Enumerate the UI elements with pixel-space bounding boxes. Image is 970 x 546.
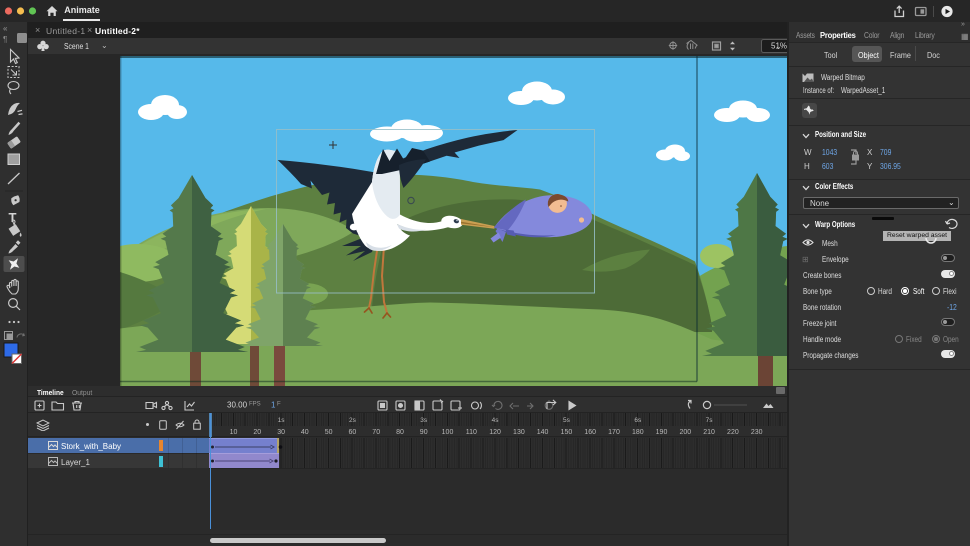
svg-text:1s: 1s xyxy=(278,417,286,424)
svg-text:FPS: FPS xyxy=(249,402,261,408)
svg-text:160: 160 xyxy=(584,429,596,436)
svg-text:190: 190 xyxy=(656,429,668,436)
svg-text:220: 220 xyxy=(727,429,739,436)
svg-text:30.00: 30.00 xyxy=(227,401,248,410)
svg-text:3s: 3s xyxy=(420,417,428,424)
svg-text:200: 200 xyxy=(679,429,691,436)
svg-text:230: 230 xyxy=(751,429,763,436)
svg-text:10: 10 xyxy=(230,429,238,436)
svg-text:T: T xyxy=(9,210,17,225)
svg-text:180: 180 xyxy=(632,429,644,436)
svg-text:140: 140 xyxy=(537,429,549,436)
svg-text:5s: 5s xyxy=(563,417,571,424)
svg-text:90: 90 xyxy=(420,429,428,436)
svg-text:2s: 2s xyxy=(349,417,357,424)
svg-text:7s: 7s xyxy=(706,417,714,424)
svg-text:1: 1 xyxy=(271,401,276,410)
svg-text:210: 210 xyxy=(703,429,715,436)
svg-text:170: 170 xyxy=(608,429,620,436)
svg-text:110: 110 xyxy=(466,429,477,436)
svg-text:70: 70 xyxy=(372,429,380,436)
svg-text:F: F xyxy=(277,402,281,408)
svg-text:100: 100 xyxy=(442,429,454,436)
svg-text:30: 30 xyxy=(277,429,285,436)
svg-text:40: 40 xyxy=(301,429,309,436)
svg-text:20: 20 xyxy=(253,429,261,436)
svg-text:120: 120 xyxy=(489,429,501,436)
svg-text:130: 130 xyxy=(513,429,525,436)
svg-text:4s: 4s xyxy=(492,417,500,424)
svg-text:80: 80 xyxy=(396,429,404,436)
svg-text:50: 50 xyxy=(325,429,333,436)
svg-text:60: 60 xyxy=(349,429,357,436)
svg-text:6s: 6s xyxy=(634,417,642,424)
svg-text:150: 150 xyxy=(561,429,573,436)
